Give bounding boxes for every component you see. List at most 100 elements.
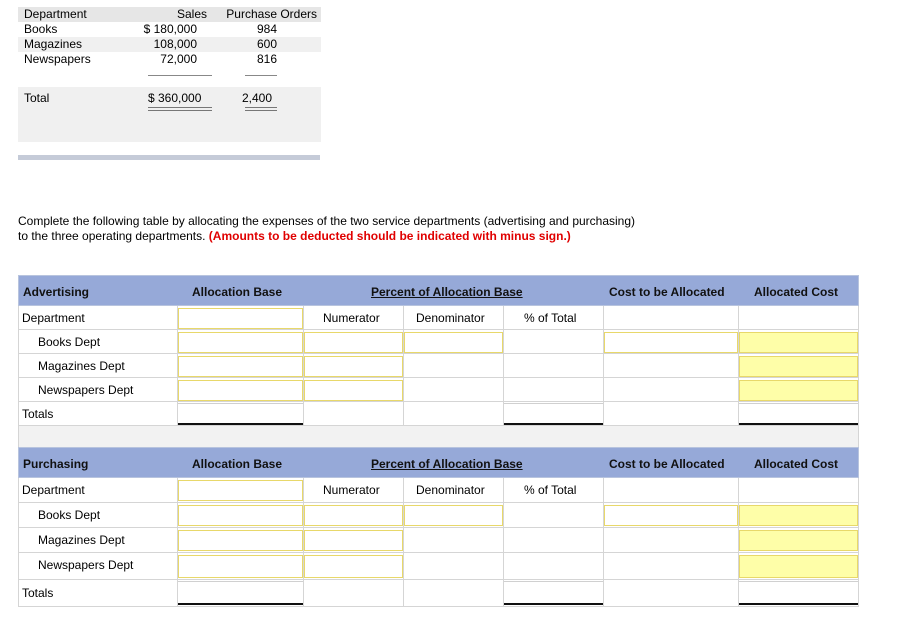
numerator-label: Numerator — [323, 483, 380, 497]
advertising-header-row: Advertising Allocation Base Percent of A… — [18, 275, 859, 306]
allocation-base-input[interactable] — [178, 530, 303, 551]
totals-label: Totals — [22, 586, 54, 600]
sales-underline — [148, 75, 212, 76]
magazines-row: Magazines Dept — [18, 354, 859, 378]
numerator-input[interactable] — [304, 505, 403, 526]
row-label: Newspapers Dept — [38, 558, 134, 572]
row-label: Books Dept — [38, 508, 101, 522]
department-summary-table: Department Sales Purchase Orders Books $… — [18, 7, 321, 142]
purchasing-header-row: Purchasing Allocation Base Percent of Al… — [18, 447, 859, 478]
summary-total-sales: $ 360,000 — [148, 91, 202, 105]
percent-of-total-label: % of Total — [524, 311, 577, 325]
percent-of-allocation-base-header: Percent of Allocation Base — [371, 285, 523, 299]
department-row: Department Numerator Denominator % of To… — [18, 306, 859, 330]
sales-double-underline — [148, 107, 212, 111]
allocated-cost-total[interactable] — [739, 581, 858, 605]
allocated-cost-header: Allocated Cost — [754, 285, 839, 299]
numerator-input[interactable] — [304, 356, 403, 377]
totals-row: Totals — [18, 580, 859, 607]
department-row: Department Numerator Denominator % of To… — [18, 478, 859, 503]
allocated-cost-input[interactable] — [739, 505, 858, 526]
percent-of-allocation-base-header: Percent of Allocation Base — [371, 457, 523, 471]
section-divider — [18, 155, 320, 160]
allocated-cost-input[interactable] — [739, 555, 858, 578]
summary-total-label: Total — [24, 91, 50, 105]
summary-total-purchase-orders: 2,400 — [242, 91, 273, 105]
allocated-cost-header: Allocated Cost — [754, 457, 839, 471]
purchasing-allocation-table: Purchasing Allocation Base Percent of Al… — [18, 447, 859, 607]
allocation-base-header: Allocation Base — [192, 285, 283, 299]
allocation-base-input[interactable] — [178, 308, 303, 329]
books-row: Books Dept — [18, 330, 859, 354]
books-row: Books Dept — [18, 503, 859, 528]
numerator-input[interactable] — [304, 332, 403, 353]
denominator-label: Denominator — [416, 311, 485, 325]
allocated-cost-input[interactable] — [739, 356, 858, 377]
summary-purchase-orders: 600 — [256, 37, 277, 51]
summary-header-sales: Sales — [176, 7, 207, 21]
allocated-cost-input[interactable] — [739, 380, 858, 401]
summary-row: Newspapers 72,000 816 — [18, 52, 321, 67]
percent-total[interactable] — [504, 403, 603, 425]
summary-row: Magazines 108,000 600 — [18, 37, 321, 52]
percent-of-total-label: % of Total — [524, 483, 577, 497]
table-spacer — [18, 426, 859, 449]
summary-header-purchase-orders: Purchase Orders — [226, 7, 317, 21]
summary-sales: 72,000 — [160, 52, 197, 66]
summary-header-row: Department Sales Purchase Orders — [18, 7, 321, 22]
cost-to-be-allocated-input[interactable] — [604, 332, 738, 353]
summary-department: Newspapers — [24, 52, 91, 66]
percent-total[interactable] — [504, 581, 603, 605]
instructions-emphasis: (Amounts to be deducted should be indica… — [208, 229, 571, 243]
denominator-label: Denominator — [416, 483, 485, 497]
allocated-cost-input[interactable] — [739, 332, 858, 353]
cost-to-be-allocated-header: Cost to be Allocated — [609, 285, 725, 299]
summary-department: Books — [24, 22, 58, 36]
allocation-base-input[interactable] — [178, 505, 303, 526]
allocation-base-input[interactable] — [178, 480, 303, 501]
summary-total-block: Total $ 360,000 2,400 — [18, 87, 321, 142]
instructions: Complete the following table by allocati… — [18, 214, 648, 244]
numerator-label: Numerator — [323, 311, 380, 325]
row-label: Magazines Dept — [38, 359, 125, 373]
cost-to-be-allocated-header: Cost to be Allocated — [609, 457, 725, 471]
summary-sales: $ 180,000 — [143, 22, 197, 36]
numerator-input[interactable] — [304, 555, 403, 578]
summary-row: Books $ 180,000 984 — [18, 22, 321, 37]
denominator-input[interactable] — [404, 332, 503, 353]
allocation-base-input[interactable] — [178, 332, 303, 353]
advertising-allocation-table: Advertising Allocation Base Percent of A… — [18, 275, 859, 449]
numerator-input[interactable] — [304, 530, 403, 551]
newspapers-row: Newspapers Dept — [18, 378, 859, 402]
summary-purchase-orders: 816 — [256, 52, 277, 66]
allocated-cost-input[interactable] — [739, 530, 858, 551]
subtotal-underline-row — [18, 67, 321, 87]
totals-label: Totals — [22, 407, 54, 421]
denominator-input[interactable] — [404, 505, 503, 526]
magazines-row: Magazines Dept — [18, 528, 859, 553]
allocation-base-header: Allocation Base — [192, 457, 283, 471]
allocation-base-input[interactable] — [178, 356, 303, 377]
allocation-base-input[interactable] — [178, 555, 303, 578]
department-label: Department — [22, 311, 85, 325]
row-label: Books Dept — [38, 335, 101, 349]
summary-header-department: Department — [24, 7, 87, 21]
allocation-base-total[interactable] — [178, 403, 303, 425]
row-label: Magazines Dept — [38, 533, 125, 547]
allocation-base-input[interactable] — [178, 380, 303, 401]
purchase-orders-underline — [245, 75, 277, 76]
summary-department: Magazines — [24, 37, 83, 51]
newspapers-row: Newspapers Dept — [18, 553, 859, 580]
cost-to-be-allocated-input[interactable] — [604, 505, 738, 526]
allocation-base-total[interactable] — [178, 581, 303, 605]
totals-row: Totals — [18, 402, 859, 426]
summary-sales: 108,000 — [153, 37, 197, 51]
allocated-cost-total[interactable] — [739, 403, 858, 425]
row-label: Newspapers Dept — [38, 383, 134, 397]
purchase-orders-double-underline — [245, 107, 277, 111]
department-label: Department — [22, 483, 85, 497]
table-title: Advertising — [23, 285, 90, 299]
numerator-input[interactable] — [304, 380, 403, 401]
summary-purchase-orders: 984 — [256, 22, 277, 36]
table-title: Purchasing — [23, 457, 89, 471]
